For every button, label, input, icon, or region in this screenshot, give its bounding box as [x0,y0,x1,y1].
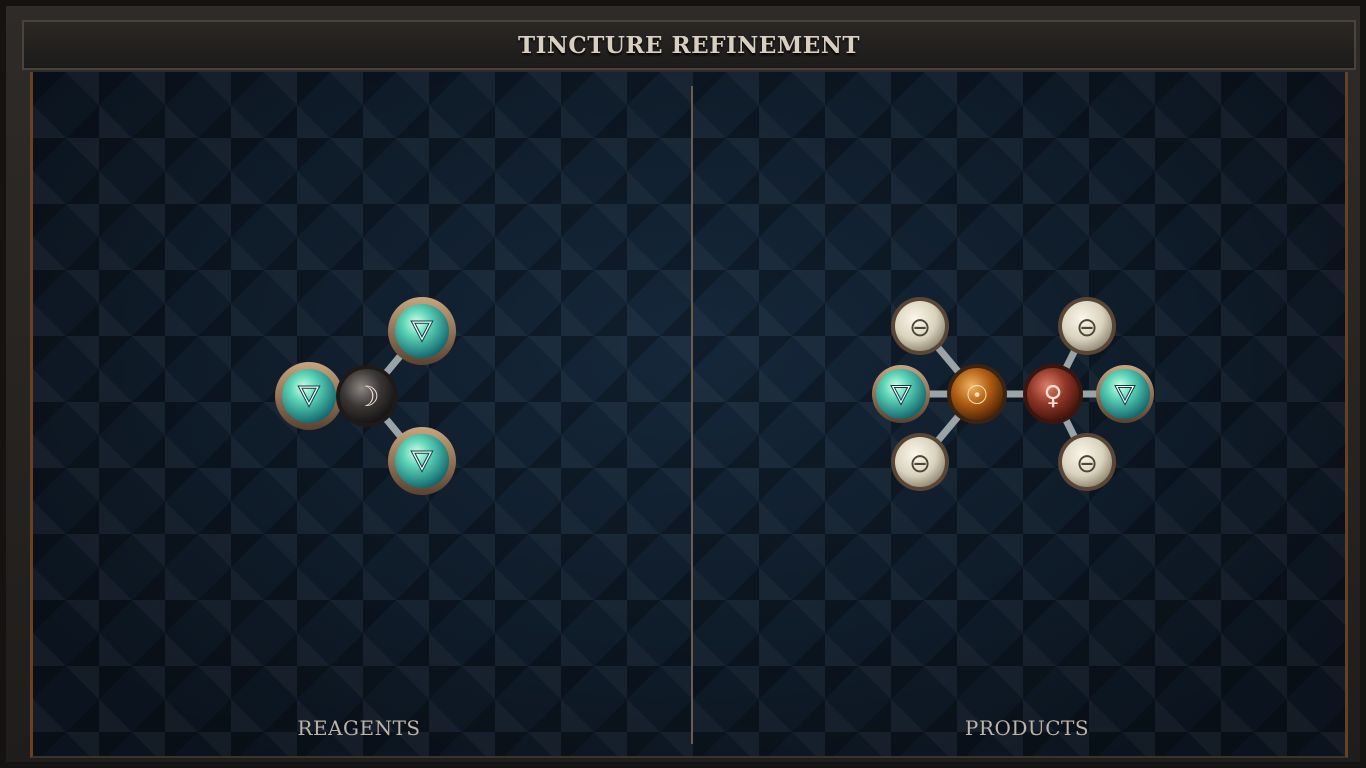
salt-symbol-icon: ⊖ [1076,449,1098,479]
title-bar: TINCTURE REFINEMENT [22,20,1356,70]
sun-symbol-icon: ☉ [965,381,988,411]
salt-symbol-icon: ⊖ [1076,313,1098,343]
reagent-atom-silver[interactable]: ☽ [336,365,398,427]
reagents-label: REAGENTS [297,716,421,740]
water-symbol-icon: 🜄 [410,445,434,478]
reaction-board: 🜄 🜄 🜄 ☽ ⊖ ⊖ ⊖ ⊖ 🜄 🜄 ☉ ♀ REAGENTS PRODUCT… [30,72,1348,758]
product-hex-plates [876,296,1150,492]
venus-symbol-icon: ♀ [1043,381,1062,411]
salt-symbol-icon: ⊖ [909,313,931,343]
products-label: PRODUCTS [964,716,1090,740]
water-symbol-icon: 🜄 [890,381,913,411]
salt-symbol-icon: ⊖ [909,449,931,479]
game-frame: TINCTURE REFINEMENT 🜄 🜄 🜄 ☽ ⊖ ⊖ ⊖ ⊖ 🜄 🜄 … [0,0,1366,768]
product-atom-salt[interactable]: ⊖ [1058,297,1116,355]
product-atom-water[interactable]: 🜄 [872,365,930,423]
product-atom-water[interactable]: 🜄 [1096,365,1154,423]
reagent-atom-water[interactable]: 🜄 [388,427,456,495]
product-atom-copper[interactable]: ♀ [1023,364,1083,424]
page-title: TINCTURE REFINEMENT [518,31,860,59]
product-atom-gold[interactable]: ☉ [947,364,1007,424]
water-symbol-icon: 🜄 [410,315,434,348]
reagent-molecule[interactable]: 🜄 🜄 🜄 ☽ [33,72,693,758]
water-symbol-icon: 🜄 [1114,381,1137,411]
product-atom-salt[interactable]: ⊖ [891,297,949,355]
product-bonds [901,323,1125,465]
product-atom-salt[interactable]: ⊖ [891,433,949,491]
product-atom-salt[interactable]: ⊖ [1058,433,1116,491]
water-symbol-icon: 🜄 [297,380,321,413]
reagent-atom-water[interactable]: 🜄 [275,362,343,430]
moon-symbol-icon: ☽ [354,380,379,413]
reagent-atom-water[interactable]: 🜄 [388,297,456,365]
